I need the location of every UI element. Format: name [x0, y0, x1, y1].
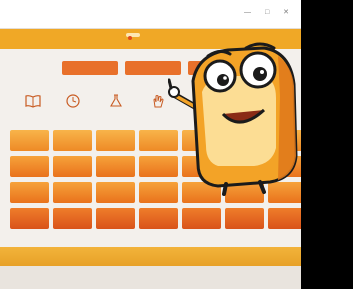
tile[interactable]: [96, 182, 135, 203]
tile[interactable]: [268, 208, 301, 229]
tile[interactable]: [53, 130, 92, 151]
active-dot-icon: [128, 36, 132, 40]
tool-flask[interactable]: [103, 94, 129, 110]
tool-clock[interactable]: [60, 94, 86, 110]
bottom-margin: [0, 266, 301, 289]
tile[interactable]: [10, 182, 49, 203]
window-controls[interactable]: — □ ✕: [244, 8, 295, 16]
book-icon: [25, 95, 41, 108]
tile[interactable]: [10, 156, 49, 177]
tile[interactable]: [139, 208, 178, 229]
tile[interactable]: [96, 208, 135, 229]
nav-tab-2-active[interactable]: [126, 33, 140, 40]
tile[interactable]: [10, 208, 49, 229]
tile[interactable]: [10, 130, 49, 151]
tile[interactable]: [96, 130, 135, 151]
tile[interactable]: [53, 208, 92, 229]
tool-book[interactable]: [20, 94, 46, 110]
flask-icon: [110, 94, 122, 107]
bottom-strip: [0, 247, 301, 266]
hand-icon: [153, 95, 164, 108]
tile[interactable]: [96, 156, 135, 177]
tile[interactable]: [225, 208, 264, 229]
title-bar: — □ ✕: [0, 0, 301, 29]
black-edge: [301, 0, 353, 289]
mascot-character: [168, 42, 298, 196]
tile[interactable]: [53, 156, 92, 177]
tile[interactable]: [182, 208, 221, 229]
app-screen: — □ ✕: [0, 0, 301, 289]
action-button-1[interactable]: [62, 61, 118, 75]
tile[interactable]: [53, 182, 92, 203]
clock-icon: [66, 94, 80, 108]
